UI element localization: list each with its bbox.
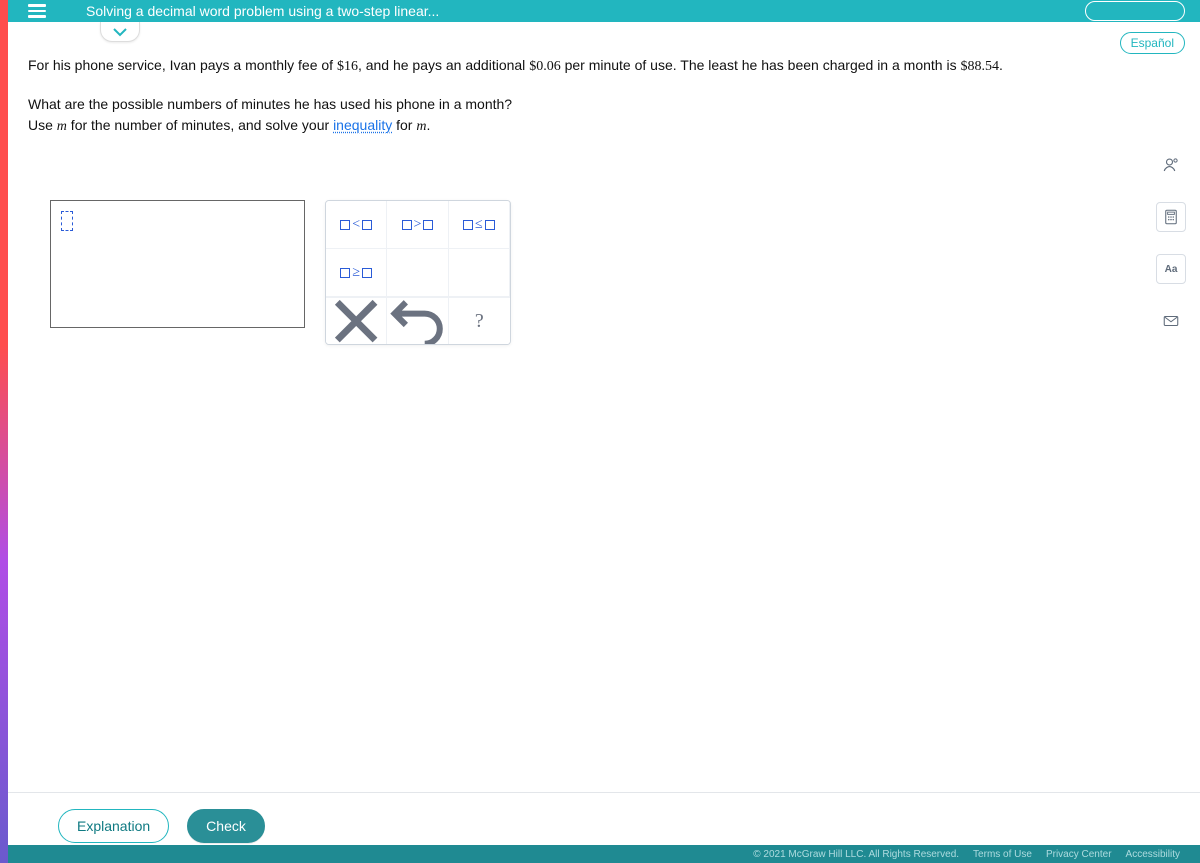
problem-part: per minute of use. The least he has been… [561, 57, 961, 73]
ge-symbol: ≥ [352, 265, 360, 281]
min-charge: $88.54 [960, 59, 999, 74]
instruction-part: for the number of minutes, and solve you… [67, 117, 333, 133]
rate-amount: $0.06 [529, 59, 561, 74]
bottom-bar: Explanation Check [8, 792, 1200, 845]
le-symbol: ≤ [475, 217, 483, 233]
calculator-icon [1162, 208, 1180, 226]
explanation-button[interactable]: Explanation [58, 809, 169, 843]
footer-terms[interactable]: Terms of Use [973, 849, 1032, 860]
aa-icon: Aa [1165, 264, 1178, 275]
fee-amount: $16 [337, 59, 358, 74]
tutor-button[interactable] [1156, 150, 1186, 180]
language-button[interactable]: Español [1120, 32, 1185, 54]
key-less-than[interactable]: < [326, 201, 387, 249]
person-icon [1162, 156, 1180, 174]
answer-input[interactable] [50, 200, 305, 328]
message-button[interactable] [1156, 306, 1186, 336]
problem-part: , and he pays an additional [358, 57, 529, 73]
variable-m: m [416, 119, 426, 134]
user-pill[interactable] [1085, 1, 1185, 21]
mail-icon [1162, 312, 1180, 330]
x-icon [326, 291, 386, 345]
key-empty [449, 249, 510, 297]
lt-symbol: < [352, 217, 360, 233]
instruction-part: Use [28, 117, 57, 133]
question-line: What are the possible numbers of minutes… [28, 94, 1140, 116]
key-help[interactable]: ? [449, 298, 510, 344]
left-accent-bar [0, 0, 8, 863]
text-size-button[interactable]: Aa [1156, 254, 1186, 284]
footer-accessibility[interactable]: Accessibility [1126, 849, 1180, 860]
question-icon: ? [475, 310, 484, 333]
side-toolbar: Aa [1156, 150, 1186, 336]
footer: © 2021 McGraw Hill LLC. All Rights Reser… [8, 845, 1200, 863]
key-undo[interactable] [387, 298, 448, 344]
top-bar: Solving a decimal word problem using a t… [8, 0, 1200, 22]
key-clear[interactable] [326, 298, 387, 344]
problem-part: For his phone service, Ivan pays a month… [28, 57, 337, 73]
gt-symbol: > [414, 217, 422, 233]
instruction-part: . [426, 117, 430, 133]
problem-part: . [999, 57, 1003, 73]
symbol-keypad: < > ≤ ≥ [325, 200, 511, 345]
problem-text: For his phone service, Ivan pays a month… [28, 55, 1140, 154]
key-empty [387, 249, 448, 297]
footer-privacy[interactable]: Privacy Center [1046, 849, 1112, 860]
collapse-toggle[interactable] [100, 22, 140, 42]
instruction-part: for [392, 117, 416, 133]
undo-icon [387, 291, 447, 345]
variable-m: m [57, 119, 67, 134]
check-button[interactable]: Check [187, 809, 265, 843]
inequality-link[interactable]: inequality [333, 117, 392, 133]
menu-icon[interactable] [28, 4, 46, 18]
key-less-equal[interactable]: ≤ [449, 201, 510, 249]
key-greater-than[interactable]: > [387, 201, 448, 249]
calculator-button[interactable] [1156, 202, 1186, 232]
footer-copyright: © 2021 McGraw Hill LLC. All Rights Reser… [753, 849, 959, 860]
chevron-down-icon [112, 26, 128, 38]
input-cursor [61, 211, 73, 231]
lesson-title: Solving a decimal word problem using a t… [86, 3, 439, 19]
key-greater-equal[interactable]: ≥ [326, 249, 387, 297]
